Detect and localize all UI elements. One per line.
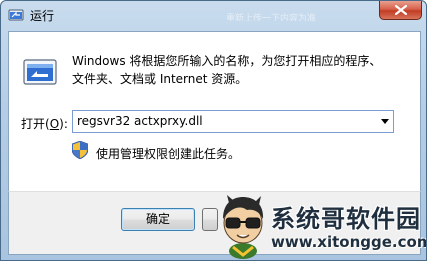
description-line-1: Windows 将根据您所输入的名称，为您打开相应的程序、 [72, 54, 382, 68]
watermark-brand: 系统哥软件园 [271, 205, 421, 233]
dropdown-button[interactable] [376, 111, 393, 132]
uac-shield-icon [71, 140, 89, 160]
dialog-description: Windows 将根据您所输入的名称，为您打开相应的程序、 文件夹、文档或 In… [72, 52, 412, 88]
close-icon [395, 5, 407, 15]
dialog-body: Windows 将根据您所输入的名称，为您打开相应的程序、 文件夹、文档或 In… [8, 31, 421, 191]
run-icon [8, 7, 24, 23]
description-line-2: 文件夹、文档或 Internet 资源。 [72, 72, 248, 86]
close-button[interactable] [379, 1, 422, 20]
admin-privilege-note: 使用管理权限创建此任务。 [96, 147, 241, 161]
window-title: 运行 [30, 9, 55, 23]
run-program-icon [22, 54, 58, 90]
title-bar[interactable]: 运行 重新上传一下内容为准 [1, 1, 426, 31]
open-label-suffix: ): [59, 117, 68, 131]
mascot-logo-icon [217, 193, 269, 259]
open-label: 打开(O): [21, 115, 68, 132]
chevron-down-icon [381, 119, 389, 124]
ok-button[interactable]: 确定 [121, 208, 195, 231]
open-combobox[interactable]: regsvr32 actxprxy.dll [72, 110, 394, 133]
run-dialog-window: 运行 重新上传一下内容为准 Windows 将根据您所输入的名称，为您打开相应的… [0, 0, 427, 261]
open-input[interactable]: regsvr32 actxprxy.dll [77, 114, 203, 128]
open-label-prefix: 打开( [21, 117, 50, 131]
open-label-hotkey: O [49, 117, 60, 131]
watermark-url: www.xitongge.com [271, 233, 427, 251]
watermark: 系统哥软件园 www.xitongge.com [213, 193, 427, 260]
background-window-title: 重新上传一下内容为准 [226, 14, 317, 21]
